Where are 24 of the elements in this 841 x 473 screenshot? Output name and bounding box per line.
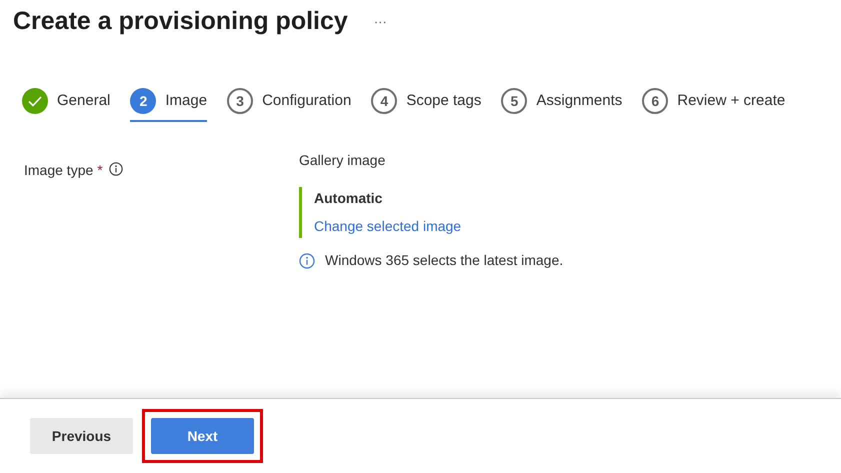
step-number: 4 xyxy=(371,88,398,114)
step-tab[interactable]: General xyxy=(22,82,110,122)
step-tab[interactable]: 3 Configuration xyxy=(227,82,352,122)
next-button[interactable]: Next xyxy=(151,418,254,454)
step-number: 3 xyxy=(227,88,254,114)
step-number: 2 xyxy=(130,88,156,114)
image-category: Gallery image xyxy=(299,151,386,170)
info-icon xyxy=(108,162,123,176)
change-image-link[interactable]: Change selected image xyxy=(314,216,564,237)
field-label: Image type xyxy=(24,161,94,180)
step-number: 5 xyxy=(501,88,528,114)
check-icon xyxy=(22,88,48,114)
page-title: Create a provisioning policy xyxy=(13,6,348,38)
step-number: 6 xyxy=(642,88,668,114)
previous-button[interactable]: Previous xyxy=(30,418,133,454)
step-tab[interactable]: 4 Scope tags xyxy=(371,82,482,122)
step-tab[interactable]: 6 Review + create xyxy=(642,82,786,122)
info-icon xyxy=(299,252,315,268)
image-choice: Automatic xyxy=(314,189,384,208)
step-tab[interactable]: 2 Image xyxy=(130,82,208,122)
required-mark: * xyxy=(97,161,103,180)
step-tab[interactable]: 5 Assignments xyxy=(501,82,622,122)
info-note: Windows 365 selects the latest image. xyxy=(325,251,564,270)
more-button[interactable]: ··· xyxy=(374,12,387,32)
